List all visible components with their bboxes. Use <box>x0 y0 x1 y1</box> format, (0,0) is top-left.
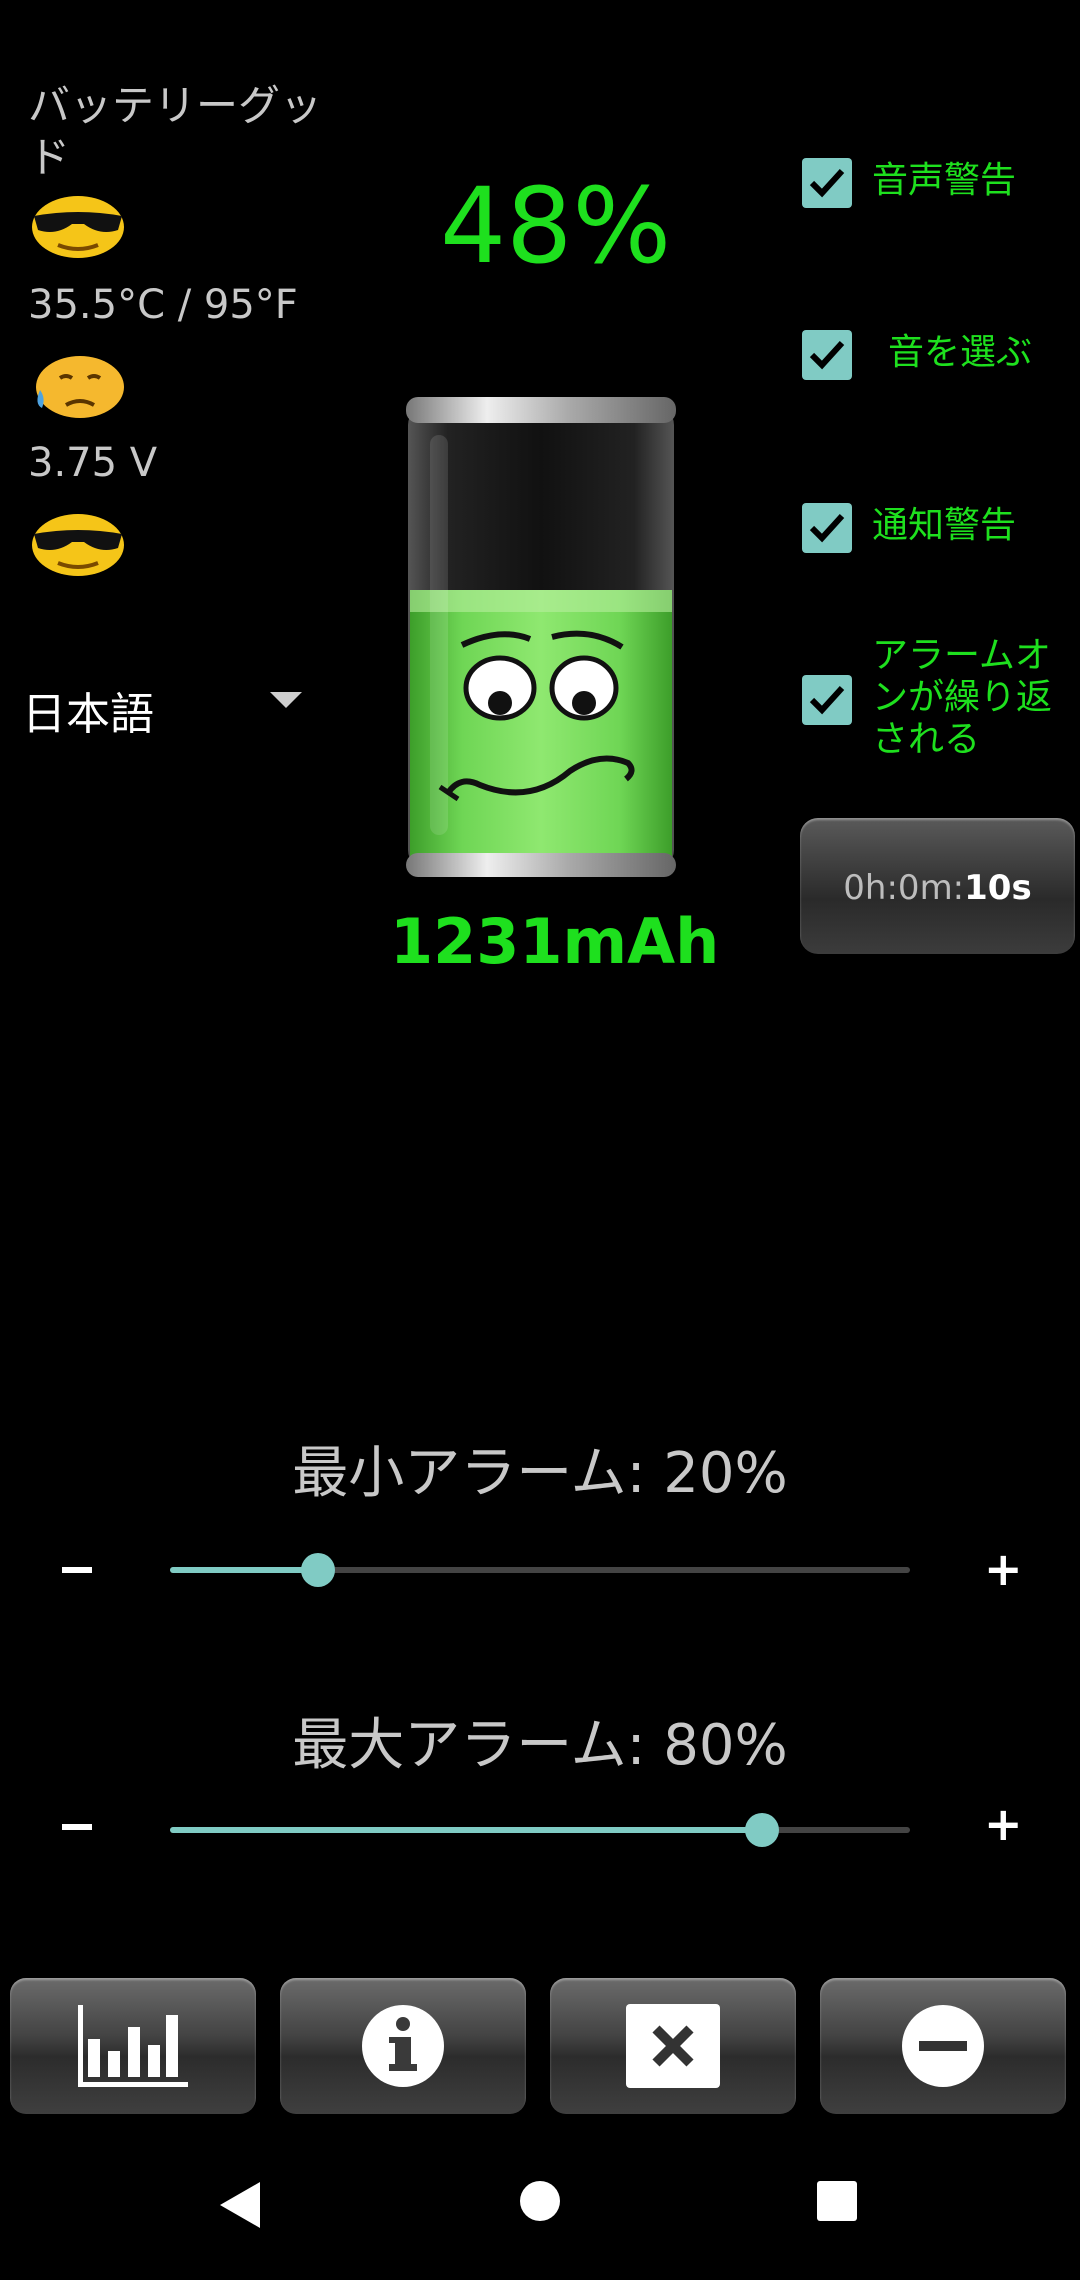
minimize-button[interactable] <box>820 1978 1066 2114</box>
max-alarm-slider-thumb[interactable] <box>745 1813 779 1847</box>
info-button[interactable] <box>280 1978 526 2114</box>
minus-icon <box>902 2005 984 2087</box>
checkmark-icon <box>809 685 845 715</box>
alarm-repeat-label: アラームオンが繰り返される <box>872 635 1053 760</box>
battery-percentage: 48% <box>440 165 672 287</box>
battery-gauge-icon <box>406 397 676 877</box>
temperature-reading: 35.5°C / 95°F <box>28 282 298 328</box>
worried-face-icon <box>36 356 124 418</box>
repeat-interval-text: 0h:0m:10s <box>843 868 1032 908</box>
battery-status-title: バッテリーグッド <box>28 81 323 182</box>
stats-button[interactable] <box>10 1978 256 2114</box>
home-icon[interactable] <box>519 2180 561 2222</box>
min-alarm-slider[interactable] <box>170 1553 910 1587</box>
min-alarm-slider-fill <box>170 1567 318 1573</box>
max-alarm-decrease-button[interactable] <box>62 1824 92 1830</box>
language-dropdown[interactable]: 日本語 <box>22 670 302 740</box>
voice-alert-checkbox[interactable] <box>802 158 852 208</box>
voltage-reading: 3.75 V <box>28 440 158 486</box>
max-alarm-slider[interactable] <box>170 1813 910 1847</box>
repeat-interval-button[interactable]: 0h:0m:10s <box>800 818 1075 954</box>
max-alarm-increase-button[interactable]: + <box>984 1797 1023 1851</box>
checkmark-icon <box>809 340 845 370</box>
checkmark-icon <box>809 513 845 543</box>
notification-alert-label: 通知警告 <box>872 505 1017 546</box>
language-selected: 日本語 <box>22 689 154 740</box>
cool-face-icon <box>32 514 124 576</box>
chart-icon <box>78 2005 188 2087</box>
min-alarm-decrease-button[interactable] <box>62 1567 92 1573</box>
battery-capacity: 1231mAh <box>390 905 720 978</box>
close-icon <box>626 2004 720 2088</box>
min-alarm-label: 最小アラーム: 20% <box>292 1441 788 1506</box>
alarm-repeat-option[interactable]: アラームオンが繰り返される <box>802 635 1072 765</box>
chevron-down-icon <box>270 692 302 708</box>
back-icon[interactable] <box>218 2180 262 2230</box>
min-alarm-slider-thumb[interactable] <box>301 1553 335 1587</box>
max-alarm-slider-fill <box>170 1827 762 1833</box>
choose-sound-option[interactable]: 音を選ぶ <box>802 327 1072 387</box>
choose-sound-checkbox[interactable] <box>802 330 852 380</box>
voice-alert-option[interactable]: 音声警告 <box>802 155 1072 215</box>
min-alarm-increase-button[interactable]: + <box>984 1542 1023 1596</box>
close-button[interactable] <box>550 1978 796 2114</box>
choose-sound-label: 音を選ぶ <box>888 332 1033 373</box>
notification-alert-option[interactable]: 通知警告 <box>802 500 1072 560</box>
recents-icon[interactable] <box>816 2180 858 2222</box>
cool-face-icon <box>32 196 124 258</box>
alarm-repeat-checkbox[interactable] <box>802 675 852 725</box>
checkmark-icon <box>809 168 845 198</box>
voice-alert-label: 音声警告 <box>872 160 1017 201</box>
max-alarm-label: 最大アラーム: 80% <box>292 1713 788 1778</box>
notification-alert-checkbox[interactable] <box>802 503 852 553</box>
info-icon <box>362 2005 444 2087</box>
